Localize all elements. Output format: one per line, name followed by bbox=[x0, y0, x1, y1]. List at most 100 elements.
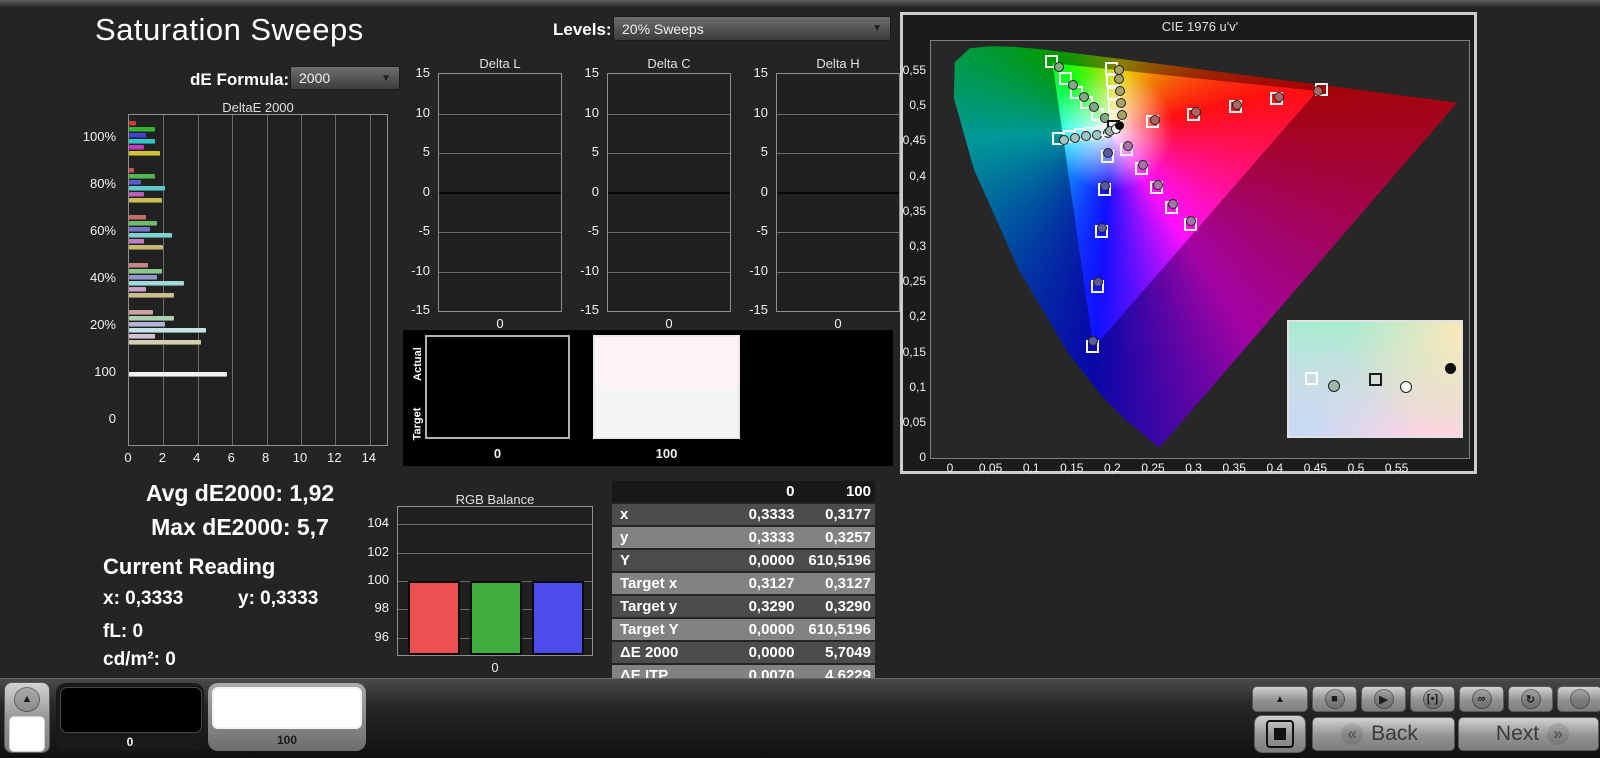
axis-tick-label: 10 bbox=[573, 105, 599, 120]
white-measured-dot-marker bbox=[1115, 121, 1124, 130]
bar bbox=[129, 168, 134, 173]
axis-tick-label: 0,15 bbox=[896, 345, 926, 359]
back-button[interactable]: « Back bbox=[1312, 717, 1455, 751]
bar bbox=[129, 263, 148, 268]
inset-square-marker bbox=[1369, 373, 1382, 386]
axis-tick-label: -5 bbox=[573, 223, 599, 238]
delta-l-title: Delta L bbox=[438, 56, 562, 71]
play-icon: ▶ bbox=[1374, 689, 1394, 709]
transport-controls: ■ ▶ [•]∞ ↻ bbox=[1312, 686, 1600, 712]
axis-tick-label: 0,45 bbox=[896, 133, 926, 147]
delta-l-plot bbox=[438, 73, 562, 312]
continuous-measure-button[interactable]: ∞ bbox=[1459, 686, 1504, 712]
axis-tick-label: -10 bbox=[742, 263, 768, 278]
gridline bbox=[608, 114, 730, 115]
axis-tick-label: 100 bbox=[363, 572, 389, 587]
gridline bbox=[335, 115, 336, 445]
table-row-label: Target y bbox=[612, 598, 722, 615]
table-row: ΔE 20000,00005,7049 bbox=[612, 642, 875, 663]
measured-circle-marker bbox=[1100, 181, 1110, 191]
single-measure-button[interactable]: [•] bbox=[1410, 686, 1455, 712]
measured-circle-marker bbox=[1097, 223, 1107, 233]
levels-dropdown[interactable]: 20% Sweeps ▼ bbox=[613, 16, 891, 41]
de-formula-label: dE Formula: bbox=[190, 70, 289, 90]
table-cell-value: 0,0000 bbox=[722, 552, 799, 569]
loop-button[interactable]: ↻ bbox=[1508, 686, 1553, 712]
measured-circle-marker bbox=[1123, 141, 1133, 151]
loop-icon: ↻ bbox=[1521, 689, 1541, 709]
axis-tick-label: -10 bbox=[404, 263, 430, 278]
axis-tick-label: 0 bbox=[124, 450, 131, 465]
stop-icon: ■ bbox=[1325, 689, 1345, 709]
bar bbox=[129, 174, 155, 179]
table-row: x0,33330,3177 bbox=[612, 504, 875, 525]
table-row-label: x bbox=[612, 506, 722, 523]
axis-tick-label: 5 bbox=[742, 144, 768, 159]
patch-0-label: 0 bbox=[425, 446, 570, 461]
de-formula-dropdown[interactable]: 2000 ▼ bbox=[290, 66, 400, 90]
axis-tick-label: 8 bbox=[262, 450, 269, 465]
patch-row-label-actual: Actual bbox=[412, 347, 424, 381]
meter-panel-expand-button[interactable]: ▲ bbox=[1252, 686, 1308, 712]
gridline bbox=[777, 114, 899, 115]
table-row: Y0,0000610,5196 bbox=[612, 550, 875, 571]
bar bbox=[129, 239, 144, 244]
table-row-label: Target x bbox=[612, 575, 722, 592]
axis-tick-label: 5 bbox=[573, 144, 599, 159]
axis-tick-label: 10 bbox=[742, 105, 768, 120]
table-cell-value: 610,5196 bbox=[798, 621, 875, 638]
gridline bbox=[777, 272, 899, 273]
table-row-label: ΔE 2000 bbox=[612, 644, 722, 661]
gridline bbox=[439, 114, 561, 115]
table-header-0: 0 bbox=[722, 483, 799, 500]
bar bbox=[129, 133, 146, 138]
axis-tick-label: 0,05 bbox=[979, 461, 1002, 475]
axis-tick-label: 0 bbox=[947, 461, 954, 475]
blank-icon bbox=[1570, 689, 1590, 709]
axis-tick-label: 0 bbox=[896, 450, 926, 464]
axis-tick-label: 20% bbox=[58, 317, 116, 332]
axis-tick-label: 0,25 bbox=[1141, 461, 1164, 475]
patch-row-label-target: Target bbox=[411, 408, 423, 441]
bar bbox=[408, 581, 460, 655]
bar bbox=[129, 227, 150, 232]
bar bbox=[129, 215, 146, 220]
play-button[interactable]: ▶ bbox=[1361, 686, 1406, 712]
bar bbox=[129, 245, 163, 250]
measured-circle-marker bbox=[1103, 148, 1113, 158]
measured-circle-marker bbox=[1070, 133, 1080, 143]
table-cell-value: 0,3333 bbox=[722, 529, 799, 546]
window-top-highlight bbox=[0, 0, 1600, 7]
axis-tick-label: 98 bbox=[363, 600, 389, 615]
axis-tick-label: 6 bbox=[228, 450, 235, 465]
axis-tick-label: -5 bbox=[742, 223, 768, 238]
current-reading-heading: Current Reading bbox=[103, 554, 275, 580]
delta-c-title: Delta C bbox=[607, 56, 731, 71]
zero-line bbox=[608, 192, 730, 194]
patch-swatch-100 bbox=[593, 335, 740, 439]
gridline bbox=[608, 153, 730, 154]
measured-circle-marker bbox=[1117, 110, 1127, 120]
axis-tick-label: 15 bbox=[573, 65, 599, 80]
deltae-chart-title: DeltaE 2000 bbox=[128, 100, 388, 115]
deltae-chart-plot bbox=[128, 114, 388, 446]
patch-tile-0-swatch bbox=[60, 687, 202, 733]
next-button[interactable]: Next » bbox=[1458, 717, 1599, 751]
stop-button[interactable]: ■ bbox=[1312, 686, 1357, 712]
patch-swatch-0 bbox=[425, 335, 570, 439]
bar bbox=[470, 581, 522, 655]
bar bbox=[129, 372, 227, 377]
chevron-down-icon: ▼ bbox=[381, 73, 391, 84]
bar bbox=[129, 121, 136, 126]
axis-tick-label: 0,1 bbox=[1023, 461, 1040, 475]
gridline bbox=[439, 272, 561, 273]
back-button-label: Back bbox=[1371, 722, 1418, 746]
zero-line bbox=[439, 192, 561, 194]
patch-tile-0[interactable]: 0 bbox=[56, 683, 204, 751]
blank-button[interactable] bbox=[1557, 686, 1600, 712]
patch-list-scroll-button[interactable]: ▲ bbox=[4, 682, 50, 753]
patch-tile-100[interactable]: 100 bbox=[208, 683, 366, 751]
reading-y: y: 0,3333 bbox=[238, 588, 318, 610]
stop-pattern-button[interactable] bbox=[1254, 715, 1306, 753]
inset-circle-marker bbox=[1328, 380, 1340, 392]
